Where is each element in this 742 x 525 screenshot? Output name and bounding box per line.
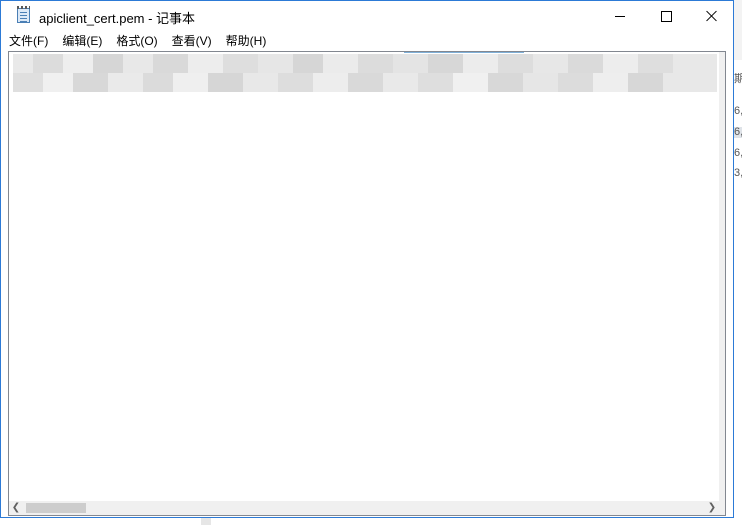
- background-peek-label: 期: [734, 73, 742, 85]
- menu-view[interactable]: 查看(V): [165, 31, 219, 51]
- close-button[interactable]: [689, 1, 735, 31]
- menu-help[interactable]: 帮助(H): [219, 31, 274, 51]
- background-peek-label: 3,: [734, 167, 742, 179]
- notepad-window: apiclient_cert.pem - 记事本 文件(F) 编辑(E) 格式(…: [0, 0, 734, 518]
- menu-file[interactable]: 文件(F): [1, 31, 55, 51]
- redacted-text: [13, 54, 717, 92]
- horizontal-scrollbar[interactable]: ❮ ❯: [9, 501, 725, 515]
- title-bar[interactable]: apiclient_cert.pem - 记事本: [1, 1, 733, 31]
- menu-bar: 文件(F) 编辑(E) 格式(O) 查看(V) 帮助(H): [1, 31, 733, 51]
- minimize-button[interactable]: [597, 1, 643, 31]
- close-icon: [706, 10, 718, 22]
- scroll-right-icon[interactable]: ❯: [705, 501, 719, 515]
- text-editor[interactable]: ❮ ❯: [8, 51, 726, 516]
- minimize-icon: [615, 15, 625, 17]
- horizontal-scroll-thumb[interactable]: [26, 503, 86, 513]
- window-title: apiclient_cert.pem - 记事本: [39, 11, 196, 26]
- text-area[interactable]: [9, 52, 719, 501]
- background-peek-label: 6,: [734, 127, 742, 138]
- background-peek-label: 6,: [734, 147, 742, 159]
- background-peek-label: 6,: [734, 105, 742, 117]
- scroll-left-icon[interactable]: ❮: [9, 501, 23, 515]
- maximize-button[interactable]: [643, 1, 689, 31]
- notepad-icon: [17, 6, 30, 23]
- menu-edit[interactable]: 编辑(E): [55, 31, 109, 51]
- menu-format[interactable]: 格式(O): [109, 31, 164, 51]
- maximize-icon: [660, 10, 672, 22]
- selection-highlight: [404, 52, 524, 53]
- vertical-scrollbar[interactable]: [719, 52, 725, 501]
